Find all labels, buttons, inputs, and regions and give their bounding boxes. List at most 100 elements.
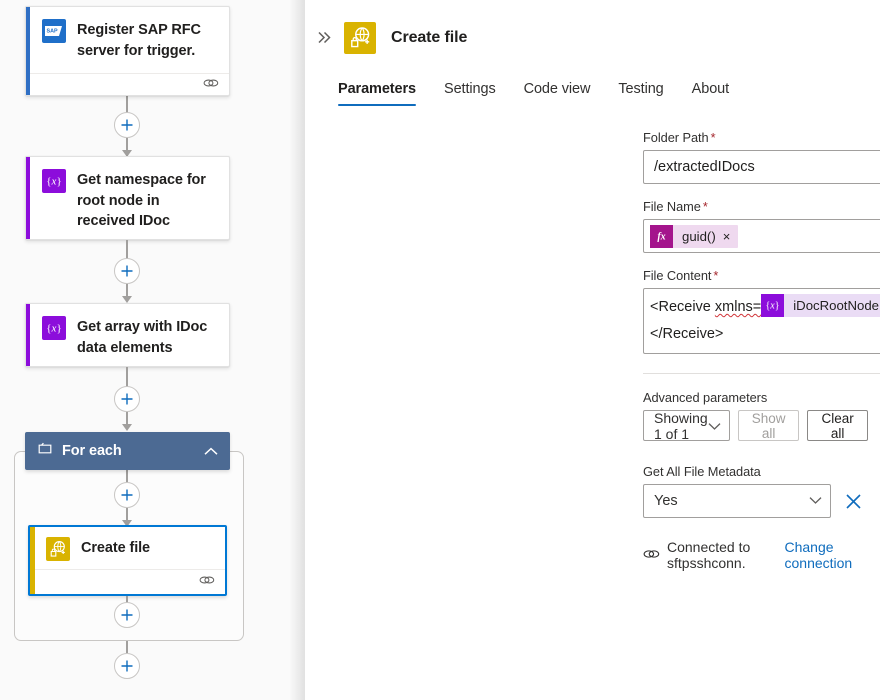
field-file-content: File Content* <Receive xmlns= {x} iDocRo…	[643, 268, 862, 354]
node-accent-bar	[26, 157, 30, 239]
show-all-button[interactable]: Show all	[738, 410, 800, 441]
action-node-get-array[interactable]: {x} Get array with IDoc data elements	[25, 303, 230, 367]
node-accent-bar	[26, 304, 30, 366]
field-advanced-parameters: Advanced parameters Showing 1 of 1 Show …	[643, 390, 862, 441]
node-body: {x} Get array with IDoc data elements	[26, 304, 229, 370]
clear-all-button[interactable]: Clear all	[807, 410, 867, 441]
required-asterisk: *	[713, 268, 718, 283]
file-content-text-before: <Receive	[650, 294, 715, 321]
connection-status-text: Connected to sftpsshconn.	[667, 539, 774, 571]
sftp-globe-lock-icon	[344, 22, 376, 54]
svg-text:{x}: {x}	[46, 176, 61, 188]
folder-path-label: Folder Path*	[643, 130, 862, 145]
parameters-form: Folder Path* /extractedIDocs File Name*	[305, 106, 880, 571]
file-name-input[interactable]: fx guid() ×	[643, 219, 880, 253]
sftp-globe-lock-icon	[46, 537, 70, 561]
get-all-file-metadata-value: Yes	[654, 493, 809, 509]
advanced-parameters-label: Advanced parameters	[643, 390, 862, 405]
add-action-button-1[interactable]	[114, 112, 140, 138]
add-action-button-4[interactable]	[114, 482, 140, 508]
node-body: Create file	[30, 527, 225, 569]
svg-text:SAP: SAP	[47, 29, 58, 35]
field-folder-path: Folder Path* /extractedIDocs	[643, 130, 862, 184]
link-icon[interactable]	[203, 76, 219, 94]
svg-text:{x}: {x}	[46, 323, 61, 335]
token-remove-icon[interactable]: ×	[723, 225, 739, 248]
svg-text:{x}: {x}	[766, 301, 780, 312]
panel-header: Create file	[305, 0, 880, 58]
section-divider	[643, 373, 880, 374]
file-content-input[interactable]: <Receive xmlns= {x} iDocRootNodeNamespac…	[643, 288, 880, 354]
get-all-file-metadata-select[interactable]: Yes	[643, 484, 831, 518]
add-action-button-5[interactable]	[114, 602, 140, 628]
folder-path-input[interactable]: /extractedIDocs	[643, 150, 880, 184]
required-asterisk: *	[711, 130, 716, 145]
close-icon[interactable]	[845, 493, 862, 510]
tab-settings[interactable]: Settings	[444, 81, 496, 106]
tab-about[interactable]: About	[692, 81, 729, 106]
add-action-button-6[interactable]	[114, 653, 140, 679]
chevron-down-icon	[809, 493, 822, 509]
tab-code-view[interactable]: Code view	[524, 81, 591, 106]
tab-parameters[interactable]: Parameters	[338, 81, 416, 106]
connector-arrow	[122, 296, 132, 303]
chevron-down-icon	[708, 418, 721, 434]
logic-app-designer: SAP Register SAP RFC server for trigger.	[0, 0, 880, 700]
compose-variable-icon: {x}	[761, 294, 784, 317]
node-title: Get array with IDoc data elements	[77, 316, 217, 358]
page-title: Create file	[391, 29, 467, 47]
get-all-file-metadata-label: Get All File Metadata	[643, 464, 862, 479]
token-chip-idoc-root-node-namespace[interactable]: {x} iDocRootNodeNamespace ×	[761, 294, 880, 317]
connection-status: Connected to sftpsshconn. Change connect…	[643, 539, 862, 571]
add-action-button-3[interactable]	[114, 386, 140, 412]
link-icon	[643, 547, 660, 563]
token-chip-label: iDocRootNodeNamespace	[784, 294, 880, 317]
svg-text:fx: fx	[657, 231, 665, 242]
node-body: {x} Get namespace for root node in recei…	[26, 157, 229, 244]
node-accent-bar	[26, 7, 30, 95]
foreach-title: For each	[62, 443, 122, 459]
node-accent-bar	[30, 527, 35, 594]
fx-icon: fx	[650, 225, 673, 248]
tab-testing[interactable]: Testing	[618, 81, 663, 106]
node-title: Create file	[81, 537, 150, 559]
token-chip-guid[interactable]: fx guid() ×	[650, 225, 738, 248]
folder-path-value: /extractedIDocs	[654, 159, 880, 175]
node-title: Register SAP RFC server for trigger.	[77, 19, 217, 61]
token-chip-label: guid()	[673, 225, 723, 248]
tab-bar: Parameters Settings Code view Testing Ab…	[338, 72, 880, 106]
advanced-parameters-select[interactable]: Showing 1 of 1	[643, 410, 730, 441]
get-all-file-metadata-row: Yes	[643, 484, 862, 518]
chevron-up-icon[interactable]	[204, 447, 218, 456]
link-icon[interactable]	[199, 573, 215, 591]
sap-icon: SAP	[42, 19, 66, 43]
required-asterisk: *	[703, 199, 708, 214]
action-node-create-file[interactable]: Create file	[28, 525, 227, 596]
action-node-register-sap[interactable]: SAP Register SAP RFC server for trigger.	[25, 6, 230, 96]
field-get-all-file-metadata: Get All File Metadata Yes	[643, 464, 862, 518]
file-content-text-xmlns: xmlns=	[715, 294, 761, 321]
connector-line	[126, 641, 128, 653]
node-footer	[30, 569, 225, 594]
field-file-name: File Name* fx guid() ×	[643, 199, 862, 253]
change-connection-link[interactable]: Change connection	[785, 539, 863, 571]
node-footer	[26, 73, 229, 95]
double-chevron-right-icon[interactable]	[310, 24, 338, 52]
advanced-parameters-row: Showing 1 of 1 Show all Clear all	[643, 410, 862, 441]
node-title: Get namespace for root node in received …	[77, 169, 217, 232]
action-details-panel: Create file Parameters Settings Code vie…	[305, 0, 880, 700]
foreach-header[interactable]: For each	[25, 432, 230, 470]
add-action-button-2[interactable]	[114, 258, 140, 284]
file-name-label: File Name*	[643, 199, 862, 214]
node-body: SAP Register SAP RFC server for trigger.	[26, 7, 229, 73]
action-node-get-namespace[interactable]: {x} Get namespace for root node in recei…	[25, 156, 230, 240]
workflow-canvas[interactable]: SAP Register SAP RFC server for trigger.	[0, 0, 305, 700]
connector-line	[126, 470, 128, 482]
foreach-loop-icon	[38, 442, 52, 460]
file-content-label: File Content*	[643, 268, 862, 283]
file-content-text-after: </Receive>	[650, 321, 880, 348]
advanced-parameters-value: Showing 1 of 1	[654, 410, 708, 442]
connector-arrow	[122, 424, 132, 431]
compose-variable-icon: {x}	[42, 169, 66, 193]
compose-variable-icon: {x}	[42, 316, 66, 340]
